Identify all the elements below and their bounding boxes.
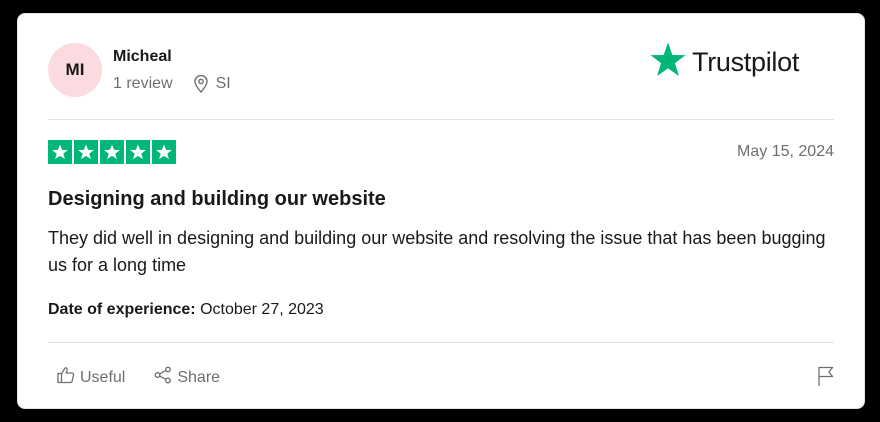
experience-date: October 27, 2023 (200, 301, 324, 318)
reviewer-name[interactable]: Micheal (113, 48, 172, 66)
star-icon (48, 140, 72, 164)
avatar-initials: MI (65, 60, 85, 79)
date-of-experience: Date of experience: October 27, 2023 (48, 301, 324, 319)
review-title: Designing and building our website (48, 188, 386, 210)
star-icon (126, 140, 150, 164)
share-label: Share (177, 368, 221, 386)
useful-button[interactable]: Useful (56, 365, 125, 390)
reviewer-meta: 1 review SI (113, 75, 231, 93)
review-date: May 15, 2024 (737, 143, 834, 160)
actions-divider (48, 342, 834, 343)
report-button[interactable] (816, 365, 836, 392)
review-card: MI Micheal 1 review SI Trustpilot May 15… (17, 13, 865, 409)
trustpilot-wordmark: Trustpilot (692, 47, 800, 77)
trustpilot-logo[interactable]: Trustpilot (648, 40, 799, 85)
review-body: They did well in designing and building … (48, 228, 826, 275)
flag-icon (816, 366, 836, 391)
star-icon (152, 140, 176, 164)
useful-label: Useful (80, 368, 126, 386)
trustpilot-star-icon (648, 40, 688, 85)
reviewer-country: SI (215, 75, 231, 92)
avatar[interactable]: MI (48, 43, 102, 97)
share-icon (153, 365, 173, 390)
experience-label: Date of experience: (48, 301, 196, 318)
star-rating (48, 140, 176, 164)
review-actions: Useful Share (56, 365, 220, 390)
star-icon (100, 140, 124, 164)
header-divider (48, 119, 834, 120)
share-button[interactable]: Share (153, 365, 220, 390)
thumbs-up-icon (56, 365, 76, 390)
review-count: 1 review (113, 75, 173, 92)
map-pin-icon (193, 75, 209, 93)
star-icon (74, 140, 98, 164)
